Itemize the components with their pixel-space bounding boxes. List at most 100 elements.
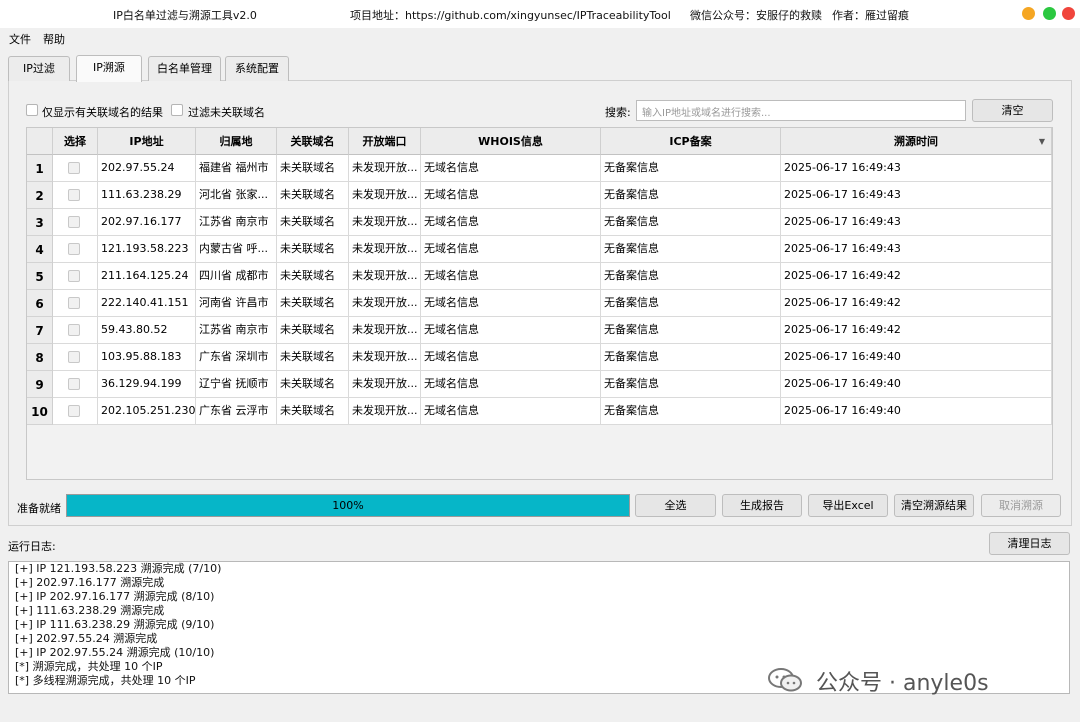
app-window: { "window": { "app_title": "IP白名单过滤与溯源工具… [0,0,1080,722]
cell-ip: 111.63.238.29 [98,182,196,209]
row-checkbox[interactable] [68,297,80,309]
cell-port: 未发现开放... [349,344,421,371]
header-location[interactable]: 归属地 [196,128,277,155]
title-bar: IP白名单过滤与溯源工具v2.0 项目地址：https://github.com… [0,0,1080,28]
row-select [53,344,98,371]
cell-domain: 未关联域名 [277,236,349,263]
table-row[interactable]: 6 222.140.41.151 河南省 许昌市 未关联域名 未发现开放... … [27,290,1052,317]
maximize-button[interactable] [1043,7,1056,20]
cell-time: 2025-06-17 16:49:40 [781,344,1052,371]
cell-domain: 未关联域名 [277,182,349,209]
table-row[interactable]: 9 36.129.94.199 辽宁省 抚顺市 未关联域名 未发现开放... 无… [27,371,1052,398]
cell-icp: 无备案信息 [601,398,781,425]
table-row[interactable]: 3 202.97.16.177 江苏省 南京市 未关联域名 未发现开放... 无… [27,209,1052,236]
row-checkbox[interactable] [68,243,80,255]
cell-port: 未发现开放... [349,398,421,425]
author: 作者：雁过留痕 [832,9,909,22]
row-select [53,182,98,209]
filter-unrelated-checkbox[interactable] [171,104,183,116]
cell-time: 2025-06-17 16:49:40 [781,398,1052,425]
clear-log-button[interactable]: 清理日志 [989,532,1070,555]
filter-unrelated-label: 过滤未关联域名 [188,106,265,119]
generate-report-button[interactable]: 生成报告 [722,494,802,517]
menu-help[interactable]: 帮助 [43,31,65,47]
tab-settings[interactable]: 系统配置 [225,56,289,81]
tab-whitelist[interactable]: 白名单管理 [148,56,221,81]
cell-whois: 无域名信息 [421,182,601,209]
table-row[interactable]: 10 202.105.251.230 广东省 云浮市 未关联域名 未发现开放..… [27,398,1052,425]
cell-port: 未发现开放... [349,290,421,317]
cell-domain: 未关联域名 [277,290,349,317]
progress-bar: 100% [66,494,630,517]
tab-ip-trace[interactable]: IP溯源 [76,55,142,82]
header-ip[interactable]: IP地址 [98,128,196,155]
cancel-trace-button[interactable]: 取消溯源 [981,494,1061,517]
sort-arrow-icon: ▼ [1038,137,1045,146]
status-text: 准备就绪 [17,502,61,515]
cell-time: 2025-06-17 16:49:42 [781,290,1052,317]
row-number: 1 [27,155,53,182]
cell-ip: 202.97.55.24 [98,155,196,182]
row-checkbox[interactable] [68,216,80,228]
cell-domain: 未关联域名 [277,317,349,344]
table-row[interactable]: 4 121.193.58.223 内蒙古省 呼... 未关联域名 未发现开放..… [27,236,1052,263]
header-corner [27,128,53,155]
cell-port: 未发现开放... [349,209,421,236]
header-icp[interactable]: ICP备案 [601,128,781,155]
cell-port: 未发现开放... [349,263,421,290]
clear-search-button[interactable]: 清空 [972,99,1053,122]
table-row[interactable]: 7 59.43.80.52 江苏省 南京市 未关联域名 未发现开放... 无域名… [27,317,1052,344]
close-button[interactable] [1062,7,1075,20]
select-all-button[interactable]: 全选 [635,494,716,517]
header-time[interactable]: 溯源时间 ▼ [781,128,1052,155]
header-select[interactable]: 选择 [53,128,98,155]
table-row[interactable]: 2 111.63.238.29 河北省 张家... 未关联域名 未发现开放...… [27,182,1052,209]
cell-ip: 103.95.88.183 [98,344,196,371]
cell-time: 2025-06-17 16:49:42 [781,263,1052,290]
row-number: 3 [27,209,53,236]
row-select [53,236,98,263]
cell-whois: 无域名信息 [421,155,601,182]
only-related-label: 仅显示有关联域名的结果 [42,106,163,119]
row-checkbox[interactable] [68,351,80,363]
header-port[interactable]: 开放端口 [349,128,421,155]
row-checkbox[interactable] [68,324,80,336]
row-checkbox[interactable] [68,405,80,417]
row-checkbox[interactable] [68,378,80,390]
table-row[interactable]: 1 202.97.55.24 福建省 福州市 未关联域名 未发现开放... 无域… [27,155,1052,182]
table-row[interactable]: 5 211.164.125.24 四川省 成都市 未关联域名 未发现开放... … [27,263,1052,290]
row-checkbox[interactable] [68,162,80,174]
row-checkbox[interactable] [68,270,80,282]
cell-time: 2025-06-17 16:49:43 [781,182,1052,209]
cell-ip: 202.97.16.177 [98,209,196,236]
cell-domain: 未关联域名 [277,263,349,290]
table-row[interactable]: 8 103.95.88.183 广东省 深圳市 未关联域名 未发现开放... 无… [27,344,1052,371]
row-number: 10 [27,398,53,425]
minimize-button[interactable] [1022,7,1035,20]
tab-ip-filter[interactable]: IP过滤 [8,56,70,81]
cell-icp: 无备案信息 [601,236,781,263]
cell-ip: 121.193.58.223 [98,236,196,263]
cell-whois: 无域名信息 [421,236,601,263]
cell-location: 河北省 张家... [196,182,277,209]
header-whois[interactable]: WHOIS信息 [421,128,601,155]
cell-icp: 无备案信息 [601,344,781,371]
cell-port: 未发现开放... [349,182,421,209]
clear-results-button[interactable]: 清空溯源结果 [894,494,974,517]
row-select [53,398,98,425]
export-excel-button[interactable]: 导出Excel [808,494,888,517]
cell-port: 未发现开放... [349,371,421,398]
cell-icp: 无备案信息 [601,317,781,344]
row-checkbox[interactable] [68,189,80,201]
cell-port: 未发现开放... [349,317,421,344]
header-domain[interactable]: 关联域名 [277,128,349,155]
cell-icp: 无备案信息 [601,290,781,317]
row-number: 7 [27,317,53,344]
progress-text: 100% [332,499,364,512]
only-related-checkbox[interactable] [26,104,38,116]
menu-file[interactable]: 文件 [9,31,31,47]
log-line: [*] 多线程溯源完成，共处理 10 个IP [15,674,196,687]
cell-whois: 无域名信息 [421,371,601,398]
row-number: 5 [27,263,53,290]
search-input[interactable]: 输入IP地址或域名进行搜索... [636,100,966,121]
